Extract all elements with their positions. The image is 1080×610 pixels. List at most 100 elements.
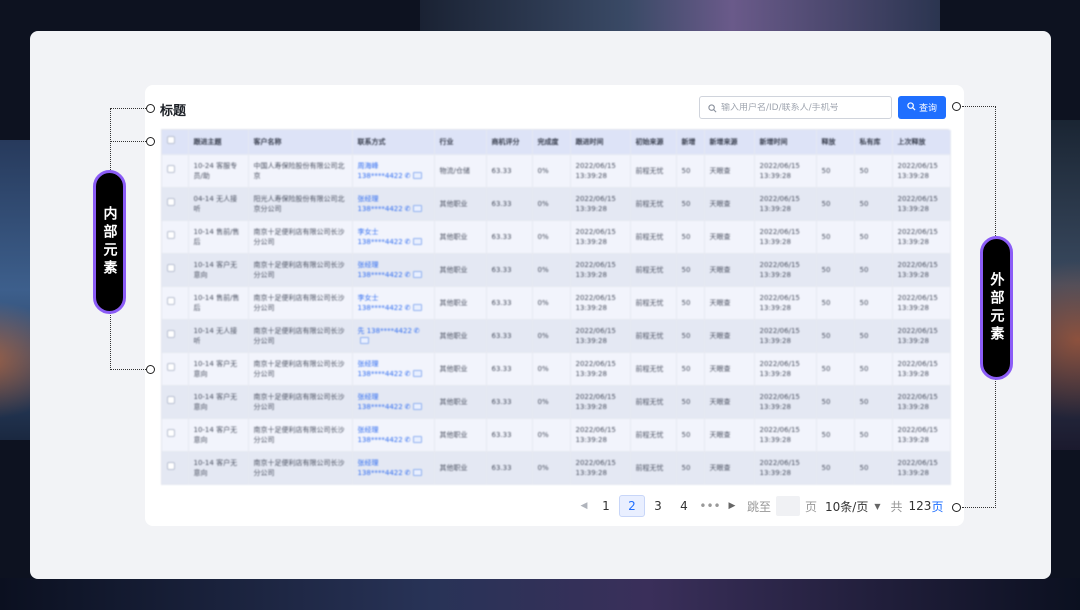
message-icon[interactable]: [412, 304, 422, 311]
phone-icon[interactable]: ✆: [405, 238, 411, 246]
table-row[interactable]: 10-14 客户无意向 南京十足便利店有限公司长沙分公司 张经理 138****44…: [162, 352, 951, 386]
table-cell-text: 周海峰 138****4422: [357, 161, 403, 180]
message-icon[interactable]: [412, 172, 422, 179]
table-cell-text: 2022/06/15 13:39:28: [897, 425, 938, 444]
table-cell: 李女士 138****4422 ✆: [352, 220, 435, 254]
phone-icon[interactable]: ✆: [405, 436, 411, 444]
page-ellipsis[interactable]: •••: [697, 499, 723, 513]
row-checkbox-cell[interactable]: [162, 319, 189, 353]
row-checkbox-cell[interactable]: [162, 385, 189, 419]
row-checkbox-cell[interactable]: [162, 253, 189, 287]
table-cell: 南京十足便利店有限公司长沙分公司: [248, 451, 353, 485]
table-cell: 2022/06/15 13:39:28: [892, 451, 951, 485]
phone-icon[interactable]: ✆: [405, 370, 411, 378]
row-checkbox-cell[interactable]: [162, 451, 189, 485]
table-cell-text: 中国人寿保险股份有限公司北京: [253, 161, 345, 180]
page-2[interactable]: 2: [619, 495, 645, 517]
table-cell: 2022/06/15 13:39:28: [892, 220, 951, 254]
message-icon[interactable]: [412, 436, 422, 443]
table-row[interactable]: 10-14 无人接听 南京十足便利店有限公司长沙分公司先 138****4422 ✆…: [162, 319, 951, 353]
table-row[interactable]: 10-24 客服专员/助 中国人寿保险股份有限公司北京 周海峰 138****442…: [162, 154, 951, 188]
table-cell-text: 50: [681, 199, 691, 208]
table-cell-text: 50: [681, 232, 691, 241]
table-cell: 2022/06/15 13:39:28: [892, 319, 951, 353]
checkbox[interactable]: [167, 363, 175, 371]
checkbox[interactable]: [167, 198, 175, 206]
table-cell-text: 其他职业: [439, 364, 468, 373]
table-row[interactable]: 10-14 客户无意向 南京十足便利店有限公司长沙分公司 张经理 138****44…: [162, 385, 951, 419]
select-all-checkbox-cell[interactable]: [162, 130, 189, 155]
phone-icon[interactable]: ✆: [405, 403, 411, 411]
table-cell: 前程无忧: [630, 319, 677, 353]
table-row[interactable]: 10-14 客户无意向 南京十足便利店有限公司长沙分公司 张经理 138****44…: [162, 451, 951, 485]
table-cell: 50: [676, 286, 705, 320]
table-cell: 前程无忧: [630, 352, 677, 386]
table-row[interactable]: 10-14 售前/售后 南京十足便利店有限公司长沙分公司 李女士 138****44…: [162, 286, 951, 320]
checkbox[interactable]: [167, 264, 175, 272]
message-icon[interactable]: [412, 271, 422, 278]
per-page-select[interactable]: 10条/页: [825, 498, 868, 515]
row-checkbox-cell[interactable]: [162, 352, 189, 386]
table-row[interactable]: 10-14 售前/售后 南京十足便利店有限公司长沙分公司 李女士 138****44…: [162, 220, 951, 254]
phone-icon[interactable]: ✆: [405, 469, 411, 477]
table-cell-text: 2022/06/15 13:39:28: [897, 458, 938, 477]
table-row[interactable]: 10-14 客户无意向 南京十足便利店有限公司长沙分公司 张经理 138****44…: [162, 253, 951, 287]
search-icon: [708, 98, 717, 117]
table-cell-text: 张经理 138****4422: [357, 392, 403, 411]
next-page-icon[interactable]: ▶: [723, 501, 741, 511]
row-checkbox-cell[interactable]: [162, 154, 189, 188]
message-icon[interactable]: [359, 337, 369, 344]
table-cell: 63.33: [486, 220, 533, 254]
table-cell-text: 50: [859, 298, 869, 307]
checkbox[interactable]: [167, 136, 175, 145]
phone-icon[interactable]: ✆: [405, 271, 411, 279]
checkbox[interactable]: [167, 165, 175, 173]
jump-page-input[interactable]: [776, 496, 801, 516]
message-icon[interactable]: [412, 403, 422, 410]
page-4[interactable]: 4: [671, 495, 697, 517]
message-icon[interactable]: [412, 370, 422, 377]
message-icon[interactable]: [412, 238, 422, 245]
table-cell: 0%: [532, 451, 571, 485]
checkbox[interactable]: [167, 429, 175, 437]
row-checkbox-cell[interactable]: [162, 286, 189, 320]
message-icon[interactable]: [412, 469, 422, 476]
table-header-cell: 行业: [434, 130, 487, 155]
row-checkbox-cell[interactable]: [162, 418, 189, 452]
search-button[interactable]: 查询: [898, 96, 946, 119]
table-cell: 2022/06/15 13:39:28: [570, 187, 631, 221]
table-cell-text: 10-14 客户无意向: [193, 425, 238, 444]
table-cell: 2022/06/15 13:39:28: [570, 385, 631, 419]
table-cell-text: 50: [859, 265, 869, 274]
row-checkbox-cell[interactable]: [162, 220, 189, 254]
phone-icon[interactable]: ✆: [414, 327, 420, 335]
checkbox[interactable]: [167, 396, 175, 404]
search-input[interactable]: [721, 102, 891, 113]
message-icon[interactable]: [412, 205, 422, 212]
table-cell: 张经理 138****4422 ✆: [352, 418, 435, 452]
table-cell-text: 其他职业: [439, 265, 468, 274]
chevron-down-icon[interactable]: ▼: [874, 502, 880, 511]
checkbox[interactable]: [167, 297, 175, 305]
search-input-wrapper[interactable]: [699, 96, 892, 119]
checkbox[interactable]: [167, 330, 175, 338]
phone-icon[interactable]: ✆: [405, 205, 411, 213]
table-cell-text: 50: [821, 199, 831, 208]
table-header-label: 新增时间: [759, 137, 788, 146]
page-3[interactable]: 3: [645, 495, 671, 517]
total-unit: 页: [931, 499, 944, 514]
prev-page-icon[interactable]: ◀: [575, 501, 593, 511]
table-cell: 前程无忧: [630, 286, 677, 320]
row-checkbox-cell[interactable]: [162, 187, 189, 221]
table-cell-text: 天眼查: [709, 331, 731, 340]
table-row[interactable]: 10-14 客户无意向 南京十足便利店有限公司长沙分公司 张经理 138****44…: [162, 418, 951, 452]
phone-icon[interactable]: ✆: [405, 172, 411, 180]
checkbox[interactable]: [167, 462, 175, 470]
table-row[interactable]: 04-14 无人接听 阳光人寿保险股份有限公司北京分公司 张经理 138****44…: [162, 187, 951, 221]
table-cell-text: 2022/06/15 13:39:28: [575, 359, 616, 378]
checkbox[interactable]: [167, 231, 175, 239]
phone-icon[interactable]: ✆: [405, 304, 411, 312]
table-header-label: 初始来源: [635, 137, 664, 146]
page-1[interactable]: 1: [593, 495, 619, 517]
background-decoration-top: [420, 0, 940, 32]
